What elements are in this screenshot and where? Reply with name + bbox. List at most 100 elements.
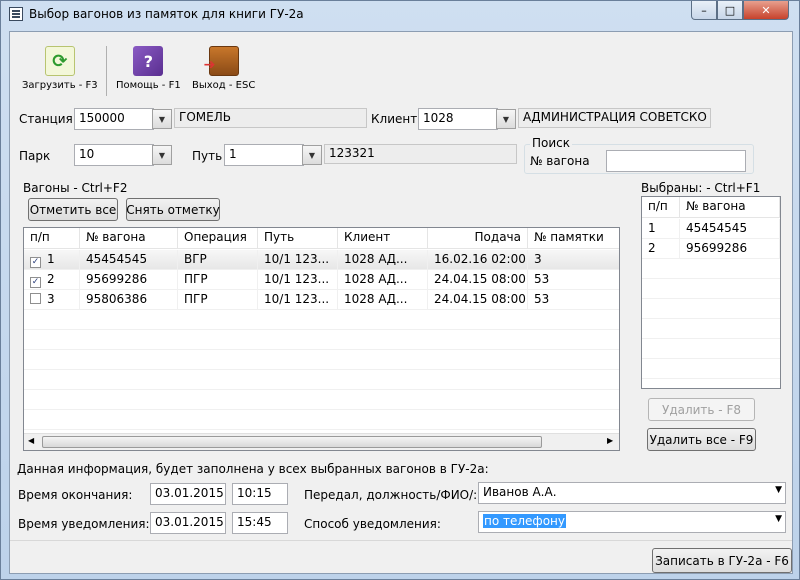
load-button[interactable]: ⟳ Загрузить - F3 [22,46,98,91]
end-time-label: Время окончания: [18,488,133,502]
column-header[interactable]: п/п [642,197,680,217]
passed-value: Иванов А.А. [483,485,557,499]
info-header: Данная информация, будет заполнена у все… [17,462,489,476]
wagon-cell: 95806386 [80,290,178,310]
scroll-left-icon[interactable]: ◀ [28,436,34,445]
maximize-button[interactable]: □ [717,1,743,20]
table-row[interactable]: 3 95806386 ПГР 10/1 123... 1028 АД... 24… [24,290,619,310]
selected-grid: п/п № вагона 1 45454545 2 95699286 [641,196,781,389]
memo-cell: 53 [528,270,619,290]
station-name-field: ГОМЕЛЬ [174,108,367,128]
empty-row [642,339,780,359]
divider [10,540,792,541]
selected-group-label: Выбраны: - Ctrl+F1 [641,181,761,195]
search-wagon-input[interactable] [606,150,746,172]
park-dropdown-button[interactable]: ▼ [152,145,172,165]
operation-cell: ВГР [178,250,258,270]
client-area: ⟳ Загрузить - F3 ? Помощь - F1 ➔ Выход -… [9,31,793,574]
station-label: Станция [19,112,73,126]
method-select[interactable]: по телефону ▼ [478,511,786,533]
park-input[interactable]: 10 [74,144,154,166]
chevron-down-icon: ▼ [308,150,316,160]
column-header[interactable]: Клиент [338,228,428,248]
empty-row [642,359,780,379]
row-num: 2 [642,239,680,259]
close-button[interactable]: ✕ [743,1,789,20]
delete-all-button[interactable]: Удалить все - F9 [647,428,756,451]
row-checkbox[interactable]: ✓ [30,257,41,268]
empty-row [24,330,619,350]
notify-time-label: Время уведомления: [18,517,150,531]
exit-door-icon: ➔ [204,46,239,76]
operation-cell: ПГР [178,270,258,290]
wagon-cell: 45454545 [80,250,178,270]
empty-row [642,259,780,279]
column-header[interactable]: Путь [258,228,338,248]
chevron-down-icon: ▼ [502,114,510,124]
mark-all-button[interactable]: Отметить все [28,198,118,221]
empty-row [24,350,619,370]
chevron-down-icon: ▼ [775,514,782,524]
chevron-down-icon: ▼ [158,150,166,160]
path-cell: 10/1 123... [258,270,338,290]
submit-button[interactable]: Записать в ГУ-2а - F6 [652,548,792,573]
scrollbar-thumb[interactable] [42,436,542,448]
time-cell: 24.04.15 08:00 [428,270,528,290]
column-header[interactable]: № вагона [80,228,178,248]
client-label: Клиент [371,112,418,126]
path-extra-field: 123321 [324,144,517,164]
scroll-right-icon[interactable]: ▶ [607,436,613,445]
notify-date-input[interactable]: 03.01.2015 [150,512,226,534]
minimize-button[interactable]: – [691,1,717,20]
memo-cell: 3 [528,250,619,270]
station-code-input[interactable]: 150000 [74,108,154,130]
row-checkbox[interactable]: ✓ [30,277,41,288]
method-label: Способ уведомления: [304,517,441,531]
unmark-button[interactable]: Снять отметку [126,198,220,221]
column-header[interactable]: Операция [178,228,258,248]
empty-row [642,299,780,319]
row-num: 1 [47,252,55,266]
column-header[interactable]: Подача [428,228,528,248]
client-cell: 1028 АД... [338,270,428,290]
client-cell: 1028 АД... [338,250,428,270]
empty-row [642,319,780,339]
memo-cell: 53 [528,290,619,310]
main-window: Выбор вагонов из памяток для книги ГУ-2а… [0,0,800,580]
column-header[interactable]: № вагона [680,197,780,217]
table-row[interactable]: 2 95699286 [642,239,780,259]
table-row[interactable]: ✓ 1 45454545 ВГР 10/1 123... 1028 АД... 1… [24,250,619,270]
table-row[interactable]: 1 45454545 [642,219,780,239]
selected-grid-header: п/п № вагона [642,197,780,218]
help-label: Помощь - F1 [116,80,181,91]
window-title: Выбор вагонов из памяток для книги ГУ-2а [29,7,304,21]
exit-button[interactable]: ➔ Выход - ESC [192,46,255,91]
station-dropdown-button[interactable]: ▼ [152,109,172,129]
horizontal-scrollbar[interactable]: ◀ ▶ [24,433,619,450]
wagons-grid: п/п № вагона Операция Путь Клиент Подача… [23,227,620,451]
refresh-icon: ⟳ [44,46,75,76]
client-dropdown-button[interactable]: ▼ [496,109,516,129]
end-date-input[interactable]: 03.01.2015 [150,483,226,505]
wagons-group-label: Вагоны - Ctrl+F2 [23,181,128,195]
notify-time-input[interactable]: 15:45 [232,512,288,534]
exit-label: Выход - ESC [192,80,256,91]
search-group-label: Поиск [530,136,573,150]
help-button[interactable]: ? Помощь - F1 [116,46,181,91]
path-dropdown-button[interactable]: ▼ [302,145,322,165]
row-num: 1 [642,219,680,239]
column-header[interactable]: № памятки [528,228,619,248]
path-input[interactable]: 1 [224,144,304,166]
chevron-down-icon: ▼ [775,485,782,495]
load-label: Загрузить - F3 [22,80,98,91]
search-wagon-label: № вагона [530,154,590,168]
end-time-input[interactable]: 10:15 [232,483,288,505]
passed-select[interactable]: Иванов А.А. ▼ [478,482,786,504]
delete-button[interactable]: Удалить - F8 [648,398,755,421]
column-header[interactable]: п/п [24,228,80,248]
row-checkbox[interactable] [30,293,41,304]
client-code-input[interactable]: 1028 [418,108,498,130]
passed-label: Передал, должность/ФИО/: [304,488,478,502]
path-cell: 10/1 123... [258,250,338,270]
table-row[interactable]: ✓ 2 95699286 ПГР 10/1 123... 1028 АД... 2… [24,270,619,290]
